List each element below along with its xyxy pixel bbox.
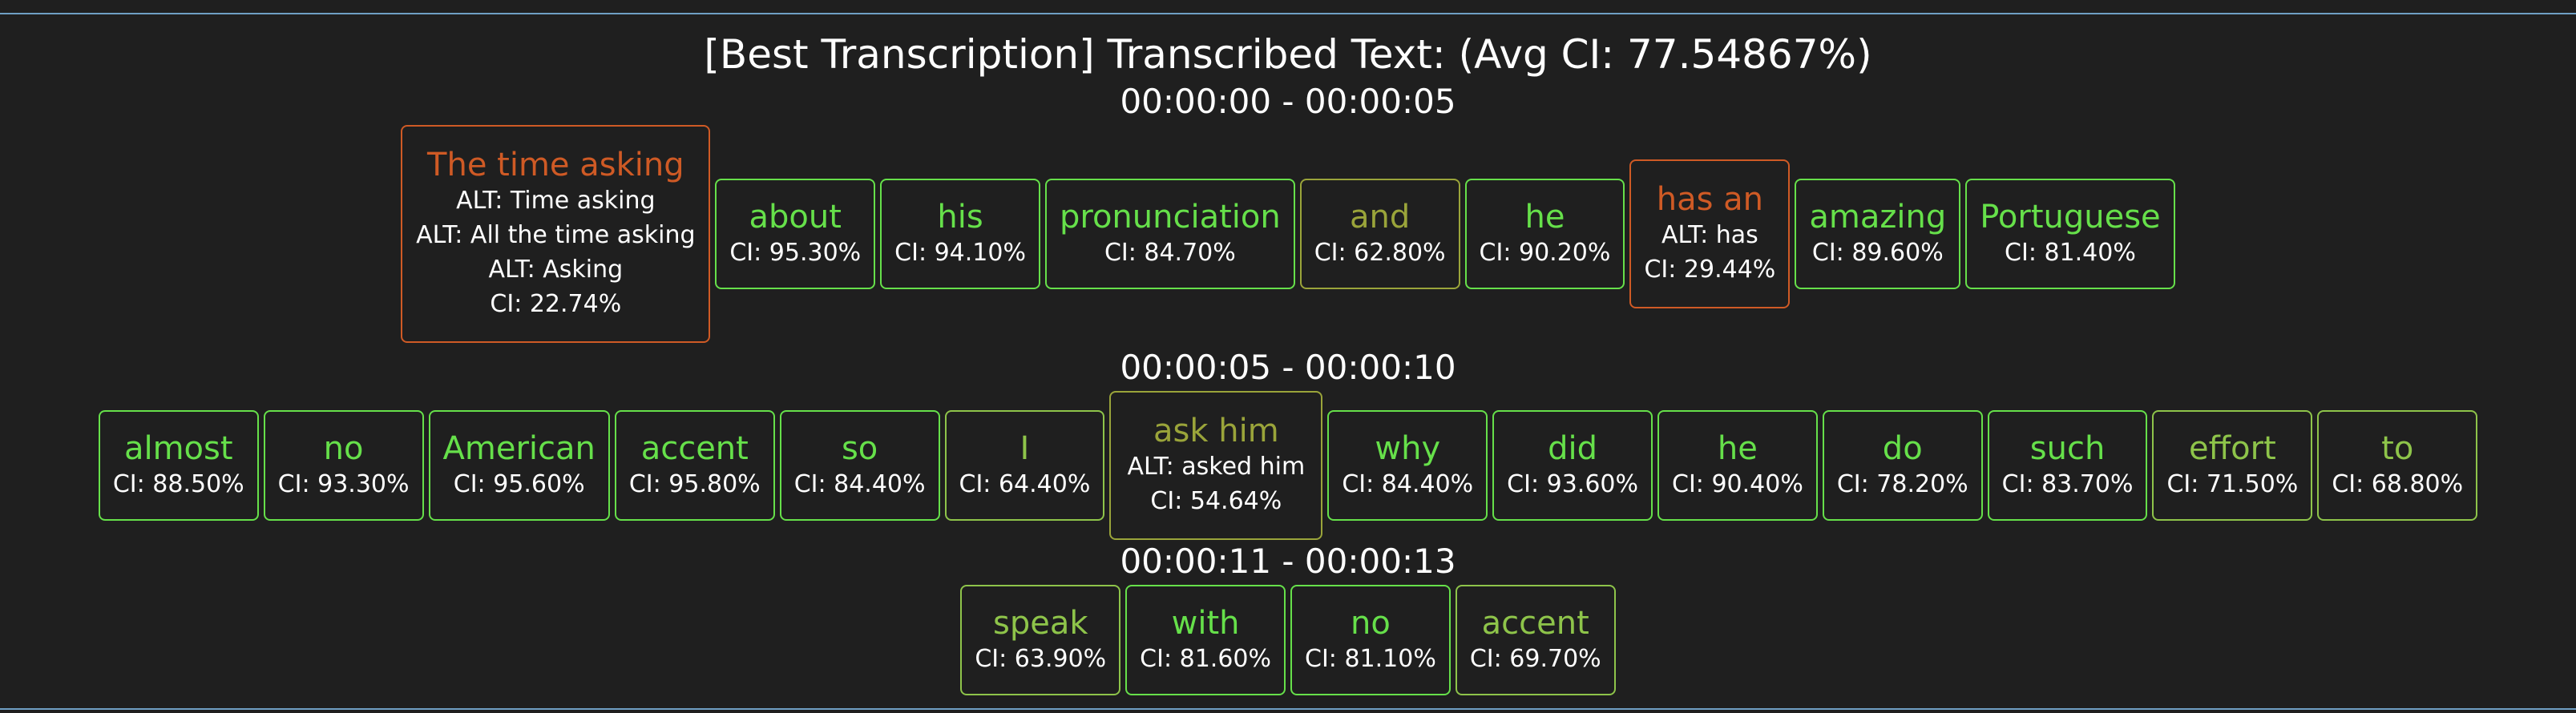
alternative-text: ALT: has	[1661, 221, 1758, 249]
confidence-value: CI: 84.40%	[793, 469, 926, 498]
word-box: with CI: 81.60%	[1125, 585, 1286, 695]
word-text: accent	[1481, 604, 1589, 642]
word-box: he CI: 90.20%	[1464, 179, 1625, 289]
confidence-value: CI: 84.40%	[1342, 469, 1474, 498]
confidence-value: CI: 22.74%	[490, 290, 622, 318]
confidence-value: CI: 62.80%	[1314, 238, 1446, 267]
word-box: he CI: 90.40%	[1657, 410, 1818, 521]
word-box: did CI: 93.60%	[1492, 410, 1653, 521]
word-box: pronunciation CI: 84.70%	[1044, 179, 1295, 289]
word-box: effort CI: 71.50%	[2152, 410, 2313, 521]
alternative-text: ALT: asked him	[1127, 453, 1306, 481]
word-box: and CI: 62.80%	[1299, 179, 1460, 289]
alternatives-list: ALT: Time asking ALT: All the time asking…	[416, 183, 695, 287]
word-text: he	[1524, 198, 1565, 236]
word-box: accent CI: 95.80%	[614, 410, 775, 521]
confidence-value: CI: 89.60%	[1811, 238, 1944, 267]
word-text: amazing	[1809, 198, 1947, 236]
confidence-value: CI: 68.80%	[2332, 469, 2464, 498]
alternatives-list: ALT: has	[1661, 218, 1758, 252]
confidence-value: CI: 95.60%	[453, 469, 585, 498]
word-text: he	[1717, 429, 1758, 467]
top-divider	[0, 13, 2576, 14]
word-text: so	[841, 429, 878, 467]
word-box: Portuguese CI: 81.40%	[1965, 179, 2175, 289]
confidence-value: CI: 84.70%	[1104, 238, 1236, 267]
confidence-value: CI: 71.50%	[2166, 469, 2299, 498]
alternative-text: ALT: Asking	[488, 256, 624, 284]
alternatives-list: ALT: asked him	[1127, 449, 1305, 484]
word-text: about	[749, 198, 842, 236]
segment-time-1: 00:00:00 - 00:00:05	[1120, 82, 1456, 121]
word-text: why	[1375, 429, 1441, 467]
word-text: has an	[1656, 181, 1764, 218]
confidence-value: CI: 90.20%	[1479, 238, 1611, 267]
word-text: Portuguese	[1980, 198, 2161, 236]
word-box: has an ALT: has CI: 29.44%	[1629, 159, 1791, 308]
confidence-value: CI: 95.30%	[729, 238, 862, 267]
confidence-value: CI: 81.40%	[2005, 238, 2136, 267]
word-text: American	[442, 429, 596, 467]
word-box: so CI: 84.40%	[779, 410, 940, 521]
segment-words-2: almost CI: 88.50% no CI: 93.30% American CI: …	[0, 391, 2576, 540]
word-box: why CI: 84.40%	[1327, 410, 1488, 521]
word-text: with	[1171, 604, 1240, 642]
word-text: his	[937, 198, 983, 236]
word-box: his CI: 94.10%	[880, 179, 1040, 289]
word-text: accent	[640, 429, 749, 467]
word-text: no	[323, 429, 364, 467]
word-text: speak	[993, 604, 1088, 642]
confidence-value: CI: 81.10%	[1305, 644, 1436, 673]
alternative-text: ALT: Time asking	[456, 187, 656, 215]
word-text: effort	[2189, 429, 2276, 467]
word-text: to	[2381, 429, 2414, 467]
segment-words-1: The time asking ALT: Time asking ALT: All …	[0, 125, 2576, 343]
confidence-value: CI: 64.40%	[959, 469, 1091, 498]
word-box: no CI: 81.10%	[1290, 585, 1451, 695]
word-box: no CI: 93.30%	[263, 410, 424, 521]
word-box: speak CI: 63.90%	[960, 585, 1121, 695]
word-text: do	[1882, 429, 1923, 467]
confidence-value: CI: 93.30%	[277, 469, 410, 498]
confidence-value: CI: 54.64%	[1150, 487, 1282, 515]
word-text: ask him	[1153, 413, 1279, 449]
word-box: do CI: 78.20%	[1822, 410, 1983, 521]
segment-time-3: 00:00:11 - 00:00:13	[1120, 542, 1456, 581]
confidence-value: CI: 88.50%	[112, 469, 244, 498]
word-box: American CI: 95.60%	[428, 410, 610, 521]
word-box: about CI: 95.30%	[715, 179, 876, 289]
confidence-value: CI: 83.70%	[2001, 469, 2134, 498]
word-text: I	[1019, 429, 1030, 467]
word-box: ask him ALT: asked him CI: 54.64%	[1109, 391, 1323, 540]
bottom-divider	[0, 708, 2576, 710]
segment-words-3: speak CI: 63.90% with CI: 81.60% no CI: 81.10…	[0, 585, 2576, 695]
word-box: I CI: 64.40%	[944, 410, 1105, 521]
word-text: The time asking	[427, 147, 684, 183]
confidence-value: CI: 95.80%	[628, 469, 761, 498]
word-text: and	[1350, 198, 1411, 236]
word-box: amazing CI: 89.60%	[1795, 179, 1961, 289]
word-text: almost	[123, 429, 233, 467]
confidence-value: CI: 94.10%	[894, 238, 1026, 267]
word-box: such CI: 83.70%	[1987, 410, 2148, 521]
word-box: to CI: 68.80%	[2317, 410, 2478, 521]
word-box: almost CI: 88.50%	[98, 410, 259, 521]
word-text: no	[1351, 604, 1391, 642]
word-box: The time asking ALT: Time asking ALT: All …	[401, 125, 711, 343]
word-text: did	[1548, 429, 1598, 467]
confidence-value: CI: 78.20%	[1836, 469, 1968, 498]
confidence-value: CI: 81.60%	[1140, 644, 1271, 673]
word-text: pronunciation	[1059, 198, 1281, 236]
confidence-value: CI: 93.60%	[1507, 469, 1638, 498]
page-title: [Best Transcription] Transcribed Text: (…	[704, 31, 1872, 78]
confidence-value: CI: 29.44%	[1644, 256, 1776, 284]
segment-time-2: 00:00:05 - 00:00:10	[1120, 348, 1456, 387]
confidence-value: CI: 69.70%	[1469, 644, 1601, 673]
word-box: accent CI: 69.70%	[1455, 585, 1616, 695]
confidence-value: CI: 90.40%	[1672, 469, 1803, 498]
confidence-value: CI: 63.90%	[975, 644, 1107, 673]
word-text: such	[2029, 429, 2106, 467]
alternative-text: ALT: All the time asking	[416, 221, 696, 249]
